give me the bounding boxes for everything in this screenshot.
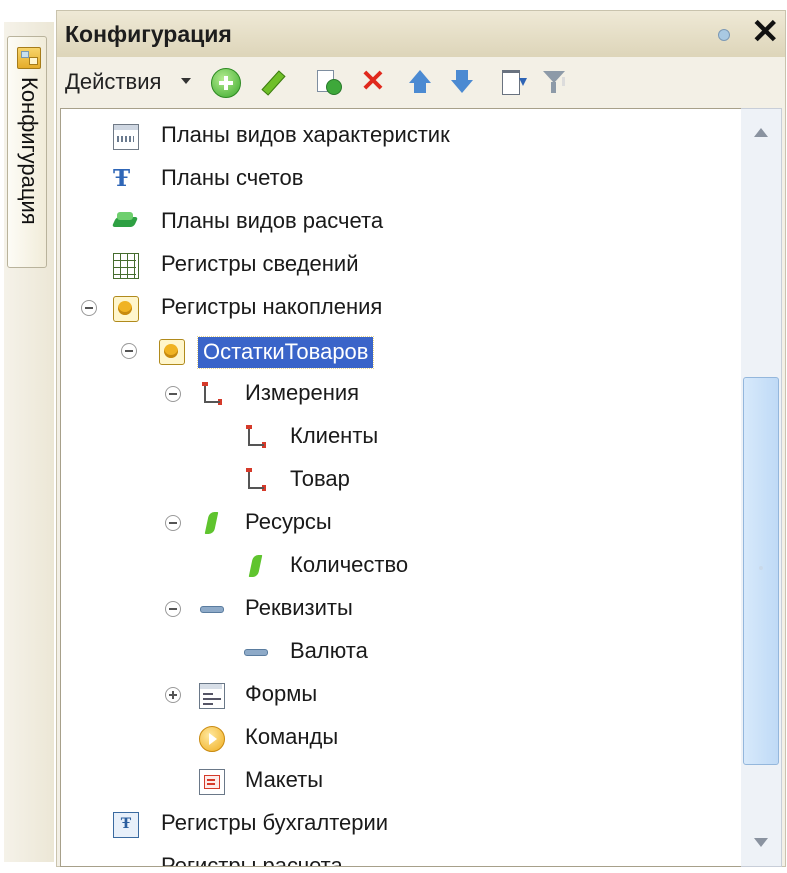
side-tab-configuration[interactable]: Конфигурация xyxy=(7,36,47,268)
collapse-toggle[interactable] xyxy=(165,601,181,617)
tree-item-valyuta[interactable]: Валюта xyxy=(61,631,741,673)
attributes-icon xyxy=(199,597,224,621)
tree-item-forms[interactable]: Формы xyxy=(61,674,741,716)
panel-title: Конфигурация xyxy=(65,21,232,47)
dimensions-icon xyxy=(199,382,223,406)
sort-list-icon[interactable] xyxy=(499,68,527,96)
tree-item-tovar[interactable]: Товар xyxy=(61,459,741,501)
collapse-toggle[interactable] xyxy=(165,386,181,402)
tree-item-label: Клиенты xyxy=(290,423,379,448)
configuration-tree[interactable]: Планы видов характеристик Ŧ Планы счетов… xyxy=(60,108,742,867)
toolbar: Действия ✕ xyxy=(57,57,785,107)
filter-icon[interactable] xyxy=(542,68,570,96)
resources-icon xyxy=(199,511,223,535)
expand-toggle[interactable] xyxy=(165,687,181,703)
add-icon[interactable] xyxy=(211,68,241,98)
calculation-register-icon xyxy=(113,855,137,866)
accounting-register-icon: Ŧ xyxy=(113,812,139,838)
tree-item-label: Регистры накопления xyxy=(161,294,383,319)
tree-item-resources[interactable]: Ресурсы xyxy=(61,502,741,544)
commands-icon xyxy=(199,726,225,752)
move-down-icon[interactable] xyxy=(448,68,476,96)
vertical-scrollbar[interactable] xyxy=(741,108,782,867)
edit-icon[interactable] xyxy=(258,68,286,96)
tree-item-attributes[interactable]: Реквизиты xyxy=(61,588,741,630)
collapse-toggle[interactable] xyxy=(121,343,137,359)
tree-item-commands[interactable]: Команды xyxy=(61,717,741,759)
title-bar: Конфигурация ✕ xyxy=(57,11,785,57)
top-strip xyxy=(0,0,787,10)
tree-item-label: Формы xyxy=(245,681,318,706)
delete-icon[interactable]: ✕ xyxy=(359,67,387,97)
tree-item-label: Команды xyxy=(245,724,339,749)
actions-menu-button[interactable]: Действия xyxy=(65,69,161,95)
collapse-toggle[interactable] xyxy=(81,300,97,316)
accumulation-register-icon xyxy=(159,339,185,365)
tree-item-label: Измерения xyxy=(245,380,360,405)
tree-item-label: Регистры расчета xyxy=(161,853,343,867)
attribute-icon xyxy=(243,640,268,664)
chart-of-accounts-icon: Ŧ xyxy=(113,165,131,192)
resource-icon xyxy=(243,554,267,578)
tree-item-label: Планы видов характеристик xyxy=(161,122,450,147)
tree-item-templates[interactable]: Макеты xyxy=(61,760,741,802)
tree-item-label: Макеты xyxy=(245,767,324,792)
copy-icon[interactable] xyxy=(315,68,343,96)
tree-item-label: Регистры сведений xyxy=(161,251,359,276)
tree-item-ostatki-tovarov[interactable]: ОстаткиТоваров xyxy=(61,330,741,372)
accumulation-register-icon xyxy=(113,296,139,322)
configuration-panel: Конфигурация ✕ Действия ✕ Планы видов ха… xyxy=(56,10,786,867)
tree-item-klienty[interactable]: Клиенты xyxy=(61,416,741,458)
tree-item-label: Ресурсы xyxy=(245,509,332,534)
scroll-down-arrow-icon[interactable] xyxy=(745,825,775,859)
configuration-icon xyxy=(17,47,41,69)
tree-item-label: Регистры бухгалтерии xyxy=(161,810,389,835)
tree-item-information-registers[interactable]: Регистры сведений xyxy=(61,244,741,286)
dimension-icon xyxy=(243,425,267,449)
move-up-icon[interactable] xyxy=(406,68,434,96)
collapse-toggle[interactable] xyxy=(165,515,181,531)
tree-item-accumulation-registers[interactable]: Регистры накопления xyxy=(61,287,741,329)
side-panel: Конфигурация xyxy=(4,22,54,862)
tree-item-dimensions[interactable]: Измерения xyxy=(61,373,741,415)
tree-item-label: Товар xyxy=(290,466,350,491)
tree-item-chart-of-accounts[interactable]: Ŧ Планы счетов xyxy=(61,158,741,200)
tree-item-label-selected: ОстаткиТоваров xyxy=(196,336,375,369)
tree-item-label: Реквизиты xyxy=(245,595,353,620)
forms-icon xyxy=(199,683,225,709)
tree-item-calculation-types[interactable]: Планы видов расчета xyxy=(61,201,741,243)
templates-icon xyxy=(199,769,225,795)
tree-item-calculation-registers[interactable]: Регистры расчета xyxy=(61,846,741,867)
tree-item-characteristic-types[interactable]: Планы видов характеристик xyxy=(61,115,741,157)
tree-item-accounting-registers[interactable]: Ŧ Регистры бухгалтерии xyxy=(61,803,741,845)
calculation-types-icon xyxy=(113,210,137,234)
scrollbar-thumb[interactable] xyxy=(743,377,779,765)
tree-item-label: Планы счетов xyxy=(161,165,304,190)
tree-item-label: Количество xyxy=(290,552,409,577)
pin-icon[interactable] xyxy=(718,29,730,41)
scrollbar-grip-icon xyxy=(759,566,763,570)
chevron-down-icon[interactable] xyxy=(181,78,191,84)
tree-item-label: Планы видов расчета xyxy=(161,208,384,233)
scroll-up-arrow-icon[interactable] xyxy=(745,115,775,149)
information-register-icon xyxy=(113,253,139,279)
characteristic-types-icon xyxy=(113,124,139,150)
tree-item-label: Валюта xyxy=(290,638,368,663)
dimension-icon xyxy=(243,468,267,492)
side-tab-label: Конфигурация xyxy=(17,77,42,225)
close-icon[interactable]: ✕ xyxy=(751,15,780,49)
tree-item-kolichestvo[interactable]: Количество xyxy=(61,545,741,587)
